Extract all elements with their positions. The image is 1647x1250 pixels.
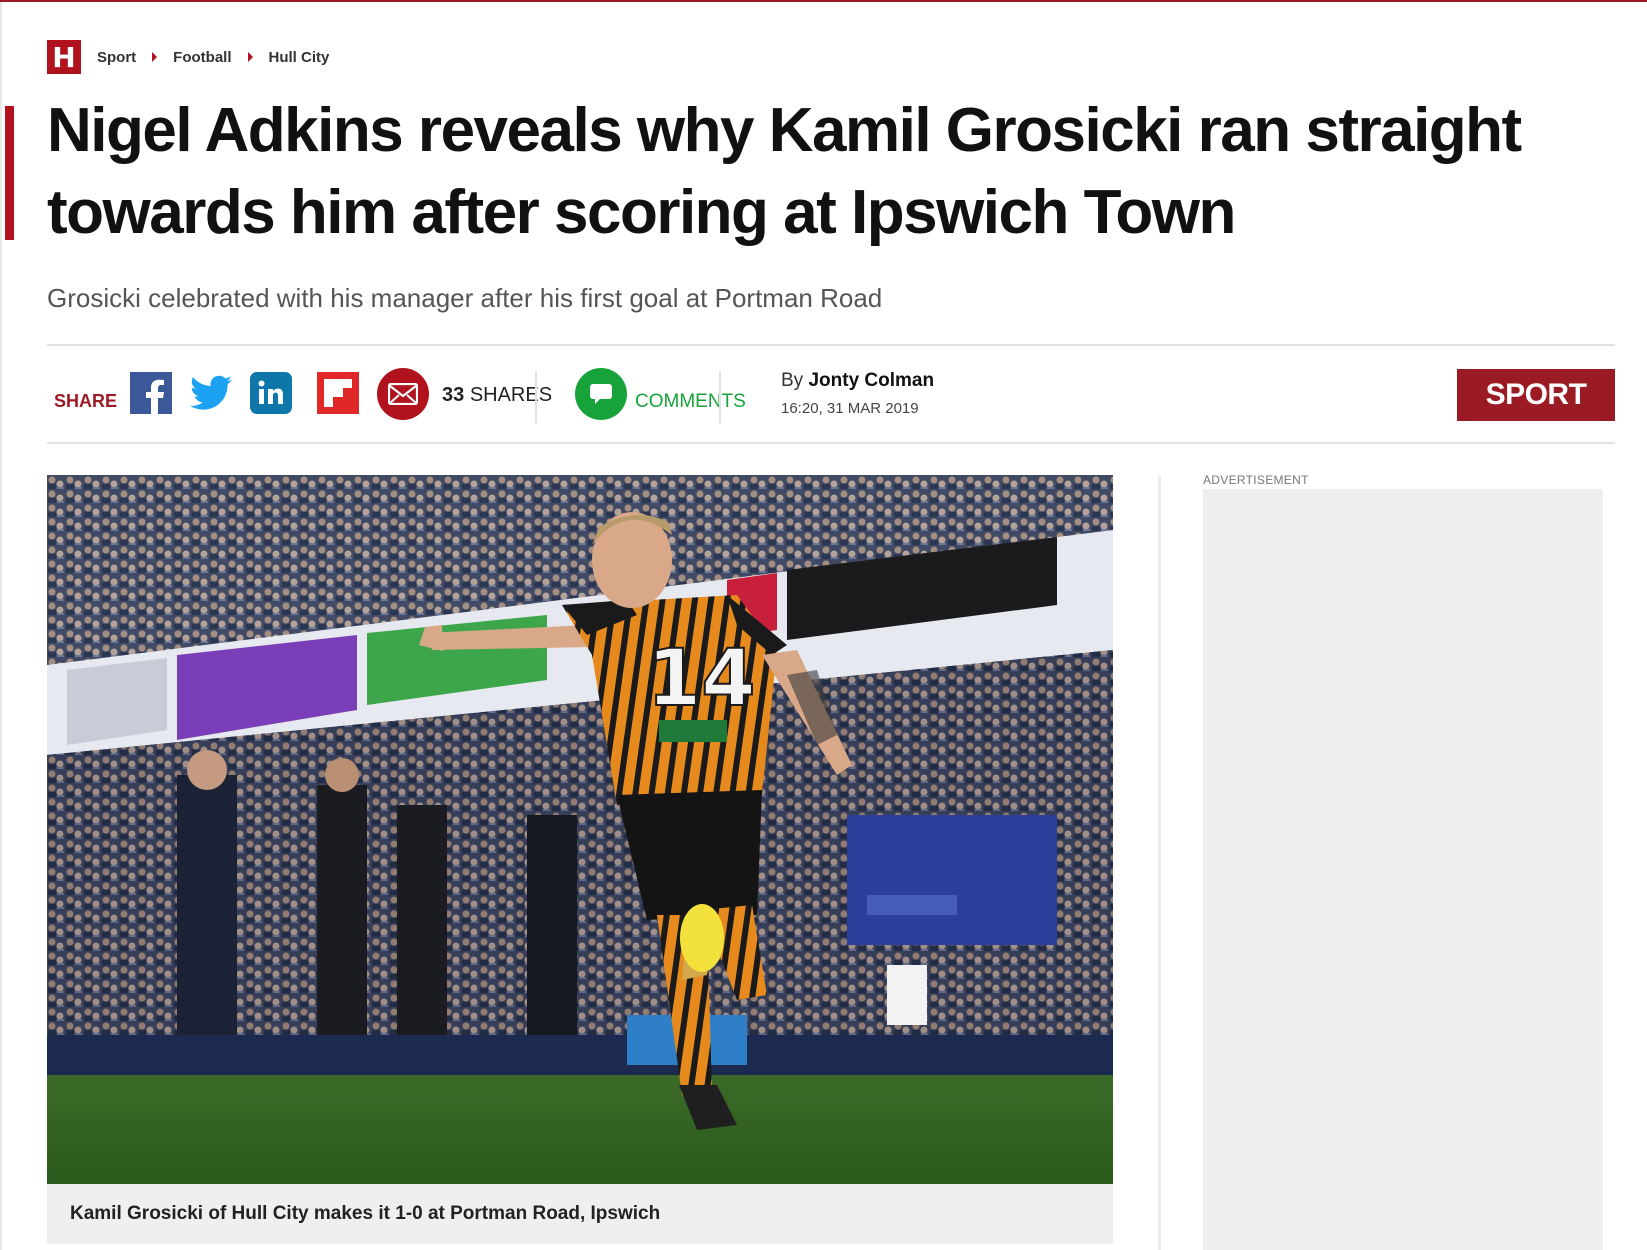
comments-link[interactable]: COMMENTS xyxy=(635,391,746,413)
publish-timestamp: 16:20, 31 MAR 2019 xyxy=(781,400,919,417)
twitter-icon[interactable] xyxy=(190,372,232,414)
linkedin-icon[interactable] xyxy=(250,372,292,414)
article-subheadline: Grosicki celebrated with his manager aft… xyxy=(47,283,883,313)
author-link[interactable]: Jonty Colman xyxy=(808,370,934,391)
headline-accent-bar xyxy=(5,106,14,240)
email-icon[interactable] xyxy=(377,368,429,420)
share-bar: SHARE 33 SHARES COMMENTS By Jonty Colman… xyxy=(47,346,1615,436)
section-badge-sport[interactable]: SPORT xyxy=(1457,369,1615,421)
top-accent-rule xyxy=(0,0,1647,2)
left-edge-rule xyxy=(0,2,2,1250)
share-label: SHARE xyxy=(54,391,118,411)
sidebar-divider xyxy=(1158,475,1161,1250)
site-logo[interactable]: H xyxy=(47,40,81,74)
chevron-right-icon xyxy=(152,52,158,62)
advertisement-label: ADVERTISEMENT xyxy=(1203,473,1309,487)
football-celebration-photo: 14 xyxy=(47,475,1113,1184)
share-divider xyxy=(535,371,537,423)
chevron-right-icon xyxy=(247,52,253,62)
image-caption: Kamil Grosicki of Hull City makes it 1-0… xyxy=(47,1184,1113,1244)
byline-prefix: By xyxy=(781,370,804,391)
shirt-number: 14 xyxy=(647,634,756,724)
byline: By Jonty Colman xyxy=(781,370,934,392)
breadcrumb-sport[interactable]: Sport xyxy=(97,49,136,66)
divider-bottom xyxy=(47,442,1615,444)
breadcrumb: H Sport Football Hull City xyxy=(47,40,329,74)
author-divider xyxy=(719,371,721,423)
comments-icon[interactable] xyxy=(575,368,627,420)
breadcrumb-hull-city[interactable]: Hull City xyxy=(269,49,330,66)
flipboard-icon[interactable] xyxy=(317,372,359,414)
advertisement-slot[interactable] xyxy=(1203,489,1603,1250)
article-headline: Nigel Adkins reveals why Kamil Grosicki … xyxy=(47,96,1522,247)
breadcrumb-football[interactable]: Football xyxy=(173,49,231,66)
facebook-icon[interactable] xyxy=(130,372,172,414)
article-hero-image: 14 xyxy=(47,475,1113,1184)
